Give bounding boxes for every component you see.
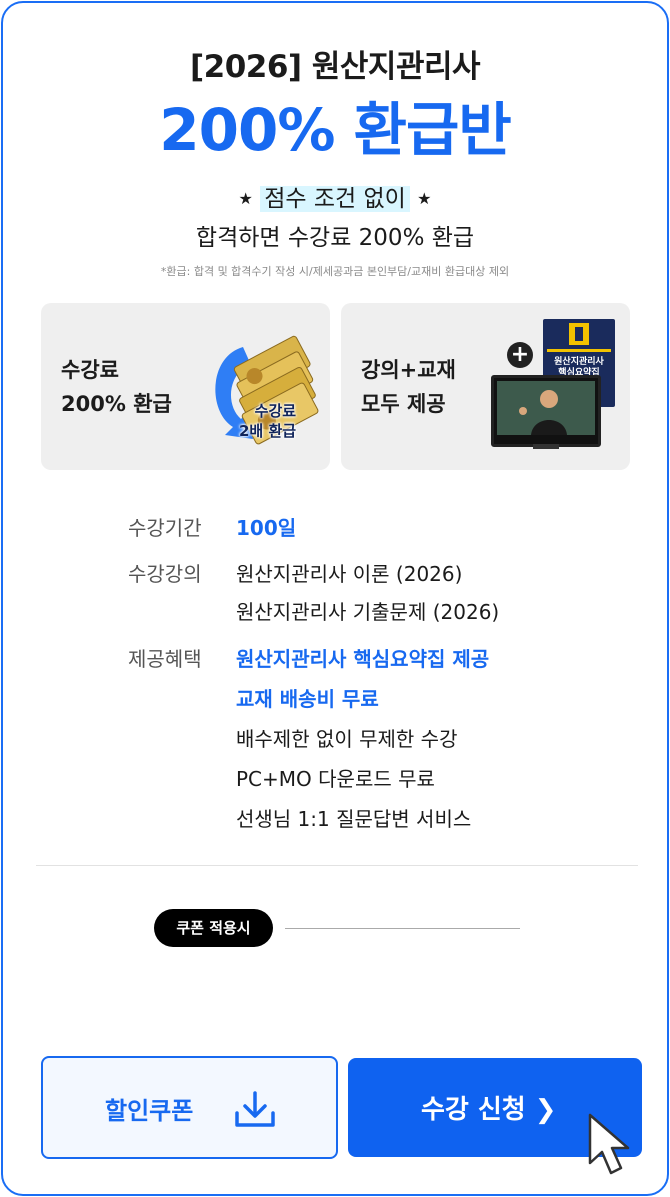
lectures-label: 수강강의 [128, 562, 202, 586]
coupon-price-line [285, 928, 520, 929]
condition-line1: ★ 점수 조건 없이 ★ [3, 179, 667, 213]
benefit-item-highlight: 교재 배송비 무료 [236, 687, 379, 711]
instructor-icon [497, 381, 595, 435]
page-headline: 200% 환급반 [159, 96, 511, 164]
lecture-item: 원산지관리사 이론 (2026) [236, 562, 463, 586]
refund-card-text: 수강료 200% 환급 [61, 353, 172, 421]
refund-card-line2: 200% 환급 [61, 392, 172, 416]
mouse-pointer-icon [588, 1113, 630, 1175]
condition-highlight: 점수 조건 없이 [260, 186, 410, 212]
benefit-item: 배수제한 없이 무제한 수강 [236, 727, 458, 751]
promo-card: [2026] 원산지관리사 200% 환급반 ★ 점수 조건 없이 ★ 합격하면… [1, 1, 669, 1196]
period-label: 수강기간 [128, 516, 202, 540]
materials-card-text: 강의+교재 모두 제공 [361, 353, 456, 421]
materials-card: 강의+교재 모두 제공 + 원산지관리사 핵심요약집 [341, 303, 630, 470]
benefit-item-highlight: 원산지관리사 핵심요약집 제공 [236, 647, 490, 671]
page-title: [2026] 원산지관리사 [189, 49, 481, 85]
refund-card-line1: 수강료 [61, 358, 119, 382]
lecture-item: 원산지관리사 기출문제 (2026) [236, 600, 500, 624]
materials-card-line1: 강의+교재 [361, 358, 456, 382]
refund-badge-line1: 수강료 [254, 402, 297, 420]
monitor-stand [533, 444, 559, 449]
star-icon: ★ [238, 189, 253, 208]
condition-line2: 합격하면 수강료 200% 환급 [195, 225, 475, 251]
benefits-label: 제공혜택 [128, 647, 202, 671]
materials-card-line2: 모두 제공 [361, 392, 446, 416]
benefit-item: 선생님 1:1 질문답변 서비스 [236, 807, 472, 831]
refund-card: 수강료 200% 환급 [41, 303, 330, 470]
refund-badge: 수강료 2배 환급 [239, 401, 296, 441]
lecture-monitor-image [491, 375, 601, 447]
refund-note: *환급: 합격 및 합격수기 작성 시/제세공과금 본인부담/교재비 환급대상 … [160, 265, 510, 278]
star-icon: ★ [417, 189, 432, 208]
benefit-item: PC+MO 다운로드 무료 [236, 767, 435, 791]
discount-coupon-label: 할인쿠폰 [105, 1097, 194, 1125]
discount-coupon-button[interactable]: 할인쿠폰 [41, 1056, 338, 1159]
book-title-line1: 원산지관리사 [554, 357, 604, 367]
plus-icon: + [507, 342, 533, 368]
coupon-applied-badge: 쿠폰 적용시 [154, 909, 273, 947]
refund-badge-line2: 2배 환급 [239, 422, 297, 440]
book-cover-icon [547, 323, 611, 352]
apply-course-label: 수강 신청 ❯ [421, 1095, 557, 1125]
download-icon [235, 1091, 275, 1127]
section-divider [36, 865, 638, 866]
period-value: 100일 [236, 516, 297, 540]
